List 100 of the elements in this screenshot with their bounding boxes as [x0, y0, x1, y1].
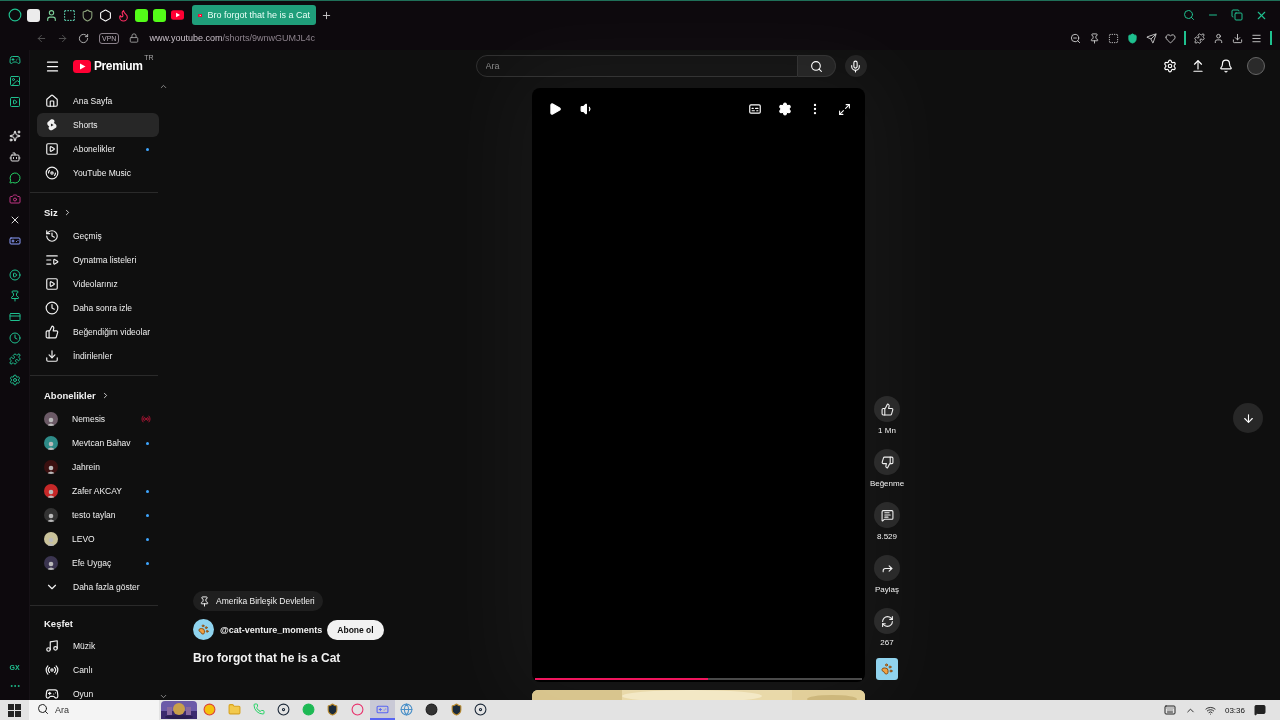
guide-item[interactable]: Oynatma listeleri [37, 248, 159, 272]
section-heading[interactable]: Abonelikler [37, 383, 168, 407]
action-button[interactable] [874, 555, 900, 581]
channel-item[interactable]: Efe Uygaç [37, 551, 159, 575]
square-icon[interactable] [63, 8, 76, 22]
paw-icon [198, 624, 209, 635]
shield-check-icon[interactable] [1127, 32, 1138, 44]
camera-icon[interactable] [8, 193, 21, 205]
caret-icon[interactable] [159, 82, 168, 91]
clock-text[interactable]: 03:36 [1224, 705, 1245, 715]
card-icon[interactable] [8, 311, 21, 323]
zoom-out-icon[interactable] [1070, 32, 1081, 44]
search-icon[interactable] [1183, 9, 1195, 21]
location-chip[interactable]: Amerika Birleşik Devletleri [193, 591, 323, 611]
guide-item[interactable]: Daha sonra izle [37, 296, 159, 320]
action-button[interactable] [874, 608, 900, 634]
music-note-icon [45, 639, 59, 653]
broadcast-icon [45, 663, 59, 677]
tab-favicon-icon[interactable] [27, 8, 40, 22]
channel-avatar [44, 460, 58, 474]
guide-item[interactable]: İndirilenler [37, 344, 159, 368]
chat-icon[interactable] [8, 172, 21, 184]
settings-icon[interactable] [8, 374, 21, 386]
snapshot-icon[interactable] [1108, 32, 1119, 44]
search-button[interactable] [797, 55, 836, 77]
ring-logo-icon[interactable] [8, 8, 22, 22]
bot-icon[interactable] [8, 151, 21, 163]
shield-icon[interactable] [81, 8, 94, 22]
tab-favicon-icon[interactable] [153, 8, 166, 22]
pin-icon[interactable] [8, 290, 21, 302]
send-icon[interactable] [1146, 32, 1157, 44]
show-more-item[interactable]: Daha fazla göster [37, 575, 159, 599]
guide-item[interactable]: Oyun [37, 682, 159, 700]
keyboard-icon[interactable] [1163, 704, 1176, 716]
gamepad-icon[interactable] [8, 54, 21, 66]
channel-item[interactable]: testo taylan [37, 503, 159, 527]
tab-favicon-icon[interactable] [135, 8, 148, 22]
guide-item[interactable]: Videolarınız [37, 272, 159, 296]
puzzle-icon[interactable] [1194, 32, 1205, 44]
mic-icon [849, 59, 863, 73]
gamepad-icon[interactable] [8, 235, 21, 247]
search-field[interactable]: Ara [475, 55, 798, 77]
user-icon[interactable] [1213, 32, 1224, 44]
square-icon[interactable] [8, 96, 21, 108]
gear-icon[interactable] [778, 102, 792, 116]
guide-item[interactable]: YouTube Music [37, 161, 159, 185]
figure-icon[interactable] [45, 8, 58, 22]
upload-icon[interactable] [1191, 59, 1205, 73]
pin-icon[interactable] [1089, 32, 1100, 44]
channel-item[interactable]: LEVO [37, 527, 159, 551]
url-text[interactable]: www.youtube.com/shorts/9wnwGUMJL4c [149, 33, 315, 43]
download-icon[interactable] [1232, 32, 1243, 44]
channel-item[interactable]: Mevtcan Bahav [37, 431, 159, 455]
guide-item[interactable]: Shorts [37, 113, 159, 137]
bell-icon[interactable] [1219, 59, 1233, 73]
refresh-icon [880, 614, 894, 628]
network-icon[interactable] [1204, 704, 1216, 716]
subscribe-button[interactable]: Abone ol [327, 619, 384, 640]
guide-item[interactable]: Geçmiş [37, 224, 159, 248]
channel-item[interactable]: Nemesis [37, 407, 159, 431]
channel-avatar[interactable] [193, 619, 214, 640]
gear-icon[interactable] [1163, 59, 1177, 73]
channel-avatar [44, 508, 58, 522]
captions-icon[interactable] [748, 102, 762, 116]
caret-icon[interactable] [159, 692, 168, 700]
clock-icon[interactable] [8, 332, 21, 344]
image-icon[interactable] [8, 75, 21, 87]
reload-icon[interactable] [78, 32, 89, 44]
restore-icon[interactable] [1231, 9, 1243, 21]
windows-logo-icon[interactable] [8, 703, 21, 717]
thumbs-up-icon [880, 402, 894, 416]
next-button[interactable] [1233, 403, 1263, 433]
channel-item[interactable]: Zafer AKCAY [37, 479, 159, 503]
menu-icon[interactable] [45, 58, 60, 74]
menu-icon[interactable] [1251, 32, 1262, 44]
guide-item[interactable]: Müzik [37, 634, 159, 658]
play-circle-icon[interactable] [8, 269, 21, 281]
play-logo-icon [171, 10, 184, 20]
plus-icon[interactable] [321, 9, 332, 21]
heart-icon[interactable] [1165, 32, 1176, 44]
guide-item[interactable]: Beğendiğim videolar [37, 320, 159, 344]
guide-item[interactable]: Canlı [37, 658, 159, 682]
action-button[interactable] [874, 502, 900, 528]
taskbar-search-field[interactable]: Ara [29, 700, 159, 720]
play-icon[interactable] [548, 102, 562, 116]
action-button[interactable] [874, 396, 900, 422]
channel-handle[interactable]: @cat-venture_moments [220, 624, 323, 635]
mic-button[interactable] [844, 55, 867, 77]
action-button[interactable] [874, 449, 900, 475]
guide-item[interactable]: Ana Sayfa [37, 89, 159, 113]
sparkle-icon[interactable] [8, 130, 21, 142]
avatar[interactable] [1247, 57, 1265, 75]
section-heading[interactable]: Siz [37, 200, 168, 224]
puzzle-icon[interactable] [8, 353, 21, 365]
fullscreen-icon[interactable] [838, 102, 851, 116]
audio-thumbnail[interactable] [876, 658, 898, 680]
shorts-icon [45, 118, 59, 132]
guide-item[interactable]: Abonelikler [37, 137, 159, 161]
notification-icon[interactable] [1254, 704, 1266, 716]
channel-item[interactable]: Jahrein [37, 455, 159, 479]
